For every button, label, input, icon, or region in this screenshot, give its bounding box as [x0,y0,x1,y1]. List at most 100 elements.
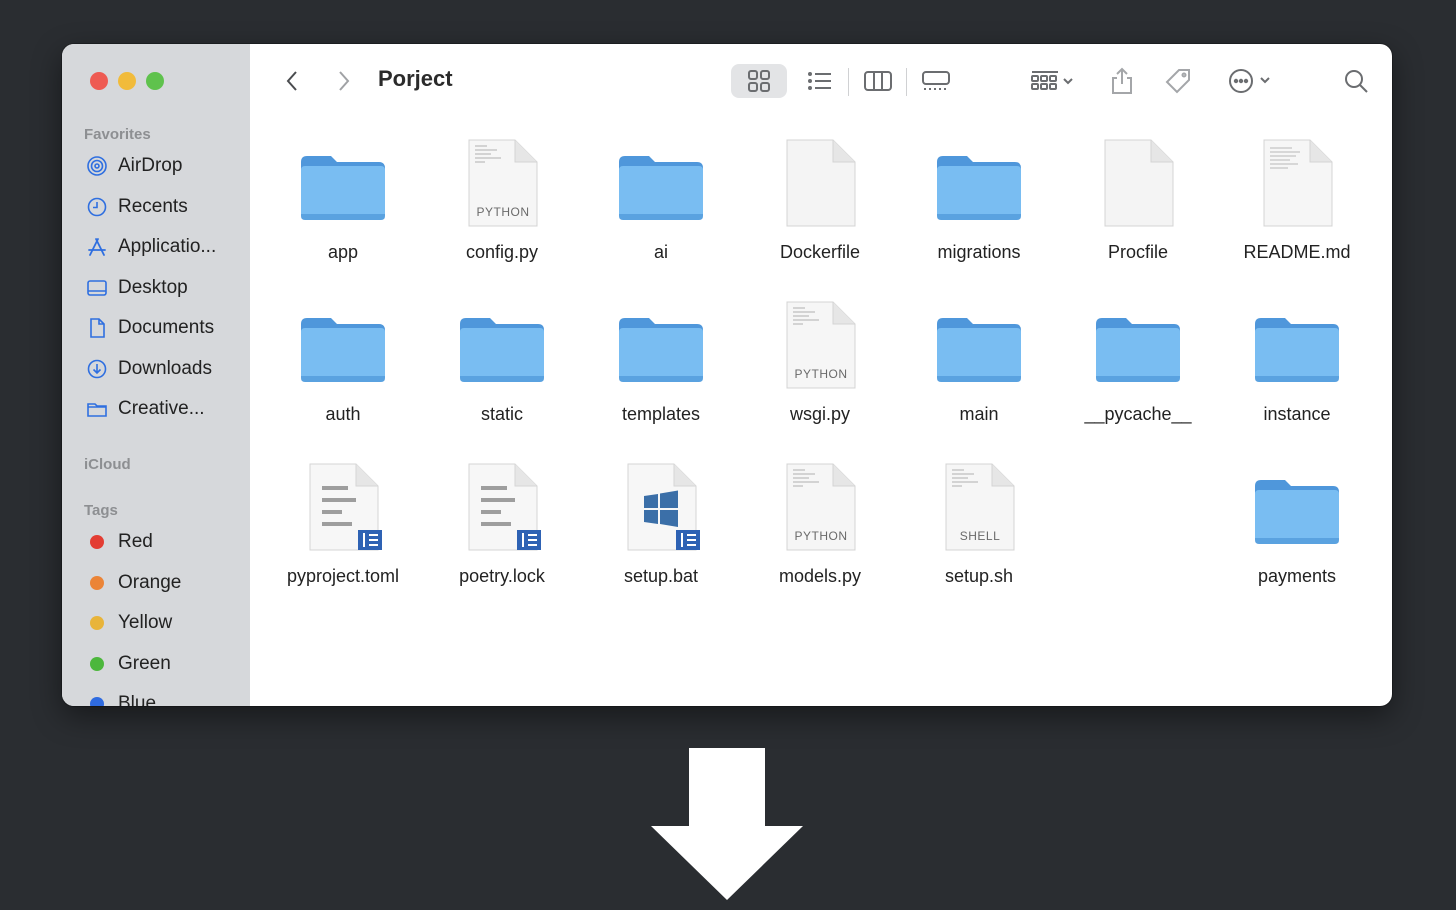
chevron-left-icon [286,71,297,91]
svg-text:PYTHON: PYTHON [794,367,847,381]
sidebar-tag-orange[interactable]: Orange [86,568,246,598]
sidebar-item-label: AirDrop [118,155,183,176]
file-item[interactable]: pyproject.toml [268,442,418,598]
gallery-icon [922,71,950,90]
columns-icon [864,71,892,91]
svg-text:PYTHON: PYTHON [476,205,529,219]
more-actions-button[interactable] [1222,64,1278,98]
file-name-label: pyproject.toml [286,566,400,586]
folder-item[interactable]: instance [1222,280,1372,436]
folder-icon [1093,300,1183,390]
file-item[interactable]: SHELL setup.sh [904,442,1054,598]
sidebar-item-label: Blue [118,693,157,706]
folder-icon [934,138,1024,228]
file-item[interactable]: README.md [1222,118,1372,274]
folder-item[interactable]: migrations [904,118,1054,274]
share-icon [1112,67,1132,94]
sidebar-tag-red[interactable]: Red [86,527,246,557]
applications-icon [88,238,106,256]
sidebar-item-label: Creative... [118,398,205,419]
group-icon [1031,71,1073,90]
column-view-button[interactable] [856,64,900,98]
sidebar-item-label: Green [118,653,171,674]
sidebar-item-label: Documents [118,317,215,338]
sidebar-item-recents[interactable]: Recents [86,192,246,222]
search-button[interactable] [1338,64,1374,98]
sidebar-tag-green[interactable]: Green [86,649,246,679]
sidebar-item-downloads[interactable]: Downloads [86,354,246,384]
folder-item[interactable]: auth [268,280,418,436]
search-icon [1345,70,1368,93]
tag-color-dot [90,576,104,590]
folder-icon [87,403,107,417]
file-item[interactable]: poetry.lock [427,442,577,598]
group-button[interactable] [1024,64,1080,98]
tag-button[interactable] [1160,64,1196,98]
document-icon [457,462,547,552]
document-icon: PYTHON [775,462,865,552]
file-item[interactable]: PYTHON models.py [745,442,895,598]
file-item[interactable]: setup.bat [586,442,736,598]
toolbar: Porject [250,44,1392,118]
sidebar: Favorites AirDrop Recents Applicatio... … [62,44,250,706]
file-name-label: instance [1263,404,1331,424]
separator [906,68,907,96]
file-item[interactable]: PYTHON config.py [427,118,577,274]
ellipsis-circle-icon [1229,69,1270,93]
document-icon [616,462,706,552]
folder-item[interactable]: main [904,280,1054,436]
file-item[interactable]: PYTHON wsgi.py [745,280,895,436]
window-controls [90,72,164,90]
folder-icon [616,138,706,228]
folder-item[interactable]: app [268,118,418,274]
folder-icon [298,300,388,390]
folder-item[interactable]: payments [1222,442,1372,598]
close-button[interactable] [90,72,108,90]
gallery-view-button[interactable] [914,64,958,98]
list-view-button[interactable] [798,64,842,98]
file-name-label: setup.bat [623,566,699,586]
file-item[interactable]: Procfile [1063,118,1213,274]
file-item[interactable]: Dockerfile [745,118,895,274]
back-button[interactable] [278,64,306,98]
window-title: Porject [378,66,453,91]
sidebar-tag-yellow[interactable]: Yellow [86,608,246,638]
folder-icon [934,300,1024,390]
zoom-button[interactable] [146,72,164,90]
file-name-label: models.py [778,566,862,586]
sidebar-item-airdrop[interactable]: AirDrop [86,151,246,181]
sidebar-item-label: Downloads [118,358,212,379]
folder-item[interactable]: ai [586,118,736,274]
sidebar-tag-blue[interactable]: Blue [86,689,246,706]
tag-color-dot [90,657,104,671]
minimize-button[interactable] [118,72,136,90]
sidebar-item-applications[interactable]: Applicatio... [86,232,246,262]
share-button[interactable] [1104,64,1140,98]
sidebar-item-documents[interactable]: Documents [86,313,246,343]
sidebar-item-creative[interactable]: Creative... [86,394,246,424]
file-name-label: README.md [1243,242,1351,262]
document-icon [775,138,865,228]
document-icon [90,318,105,338]
sidebar-item-label: Orange [118,572,182,593]
separator [848,68,849,96]
download-icon [87,359,107,379]
file-name-label: ai [653,242,668,262]
list-icon [808,72,831,90]
file-name-label: static [480,404,523,424]
airdrop-icon [87,156,107,176]
folder-item[interactable]: static [427,280,577,436]
sidebar-item-label: Recents [118,196,188,217]
folder-icon [1252,462,1342,552]
tag-color-dot [90,697,104,706]
icon-view-button[interactable] [731,64,787,98]
sidebar-item-desktop[interactable]: Desktop [86,273,246,303]
file-name-label: auth [325,404,361,424]
tag-icon [1165,69,1190,94]
file-grid: app PYTHON config.py ai Dockerfile migrations… [250,118,1392,706]
folder-item[interactable]: templates [586,280,736,436]
folder-item[interactable]: __pycache__ [1063,280,1213,436]
forward-button[interactable] [330,64,358,98]
file-name-label: templates [621,404,701,424]
tags-header: Tags [84,502,118,519]
